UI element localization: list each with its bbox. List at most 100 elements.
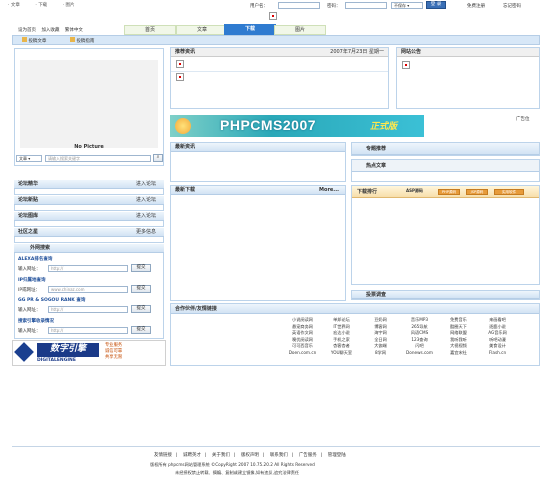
password-input[interactable]	[345, 2, 387, 9]
recommend-image	[176, 60, 184, 68]
search-button[interactable]: ⌕	[153, 154, 163, 162]
footer-notice: 未经授权禁止转载、摘编、复制或建立镜像,如有违反,追究法律责任	[175, 470, 300, 475]
ip-input[interactable]: www.chinaz.com	[48, 286, 128, 293]
index-label: 输入网址：	[18, 329, 41, 334]
forum-new-enter[interactable]: 进入论坛	[136, 196, 156, 205]
footer-link[interactable]: 管理登陆	[328, 453, 346, 458]
latest-downloads-more[interactable]: More...	[319, 186, 339, 195]
search-type-select[interactable]: 文章 ▾	[16, 155, 42, 162]
ad-label: 广告位	[516, 117, 530, 122]
partner-link[interactable]: Donews.com	[400, 350, 439, 357]
phpcms-banner[interactable]: PHPCMS2007 正式版	[170, 115, 424, 137]
submit-guide-link[interactable]: 投稿指南	[70, 37, 94, 44]
picture-panel: No Picture	[14, 48, 164, 166]
search-icon: ⌕	[156, 155, 160, 160]
alexa-label: 输入网址：	[18, 267, 41, 272]
partner-link[interactable]: Doen.com.cn	[283, 350, 322, 357]
forgot-password-link[interactable]: 忘记密码	[503, 3, 521, 9]
rank-tab-php[interactable]: PHP源码	[438, 189, 460, 195]
top-nav-picture[interactable]: · 图片	[63, 3, 75, 8]
footer-link[interactable]: 诚聘英才	[183, 453, 201, 458]
submit-article-link[interactable]: 投稿文章	[22, 37, 46, 44]
logo-sub: DIGITALENGINE	[37, 358, 76, 363]
recommend-divider	[171, 71, 388, 72]
tab-downloads[interactable]: 下载	[224, 24, 276, 35]
banner-tag: 正式版	[370, 122, 398, 132]
links-panel: 合作伙伴/友情链接 小说阅读网 单邦论坛 豆奶网 音乐MP3 免费音乐 来画看吧 悬宠商务网…	[170, 303, 540, 366]
rank-tab-asp[interactable]: ASP源码	[406, 188, 423, 194]
tab-home[interactable]: 首页	[124, 25, 176, 35]
remember-select[interactable]: 不保存 ▾	[391, 2, 423, 9]
recommend-title-bar: 推荐资讯 2007年7月23日 星期一	[171, 48, 388, 57]
partner-link[interactable]: YOU聊天室	[322, 350, 361, 357]
survey-title: 投票调查	[352, 291, 539, 299]
register-link[interactable]: 免费注册	[467, 3, 485, 9]
links-row: Doen.com.cn YOU聊天室 8学网 Donews.com 嘉宜宋社 Flash.…	[283, 350, 517, 357]
digital-engine-logo[interactable]: 数字引擎 DIGITALENGINE 专业服务 诚信可靠 共享无限	[12, 340, 166, 366]
footer-link[interactable]: 关于我们	[212, 453, 230, 458]
footer-link[interactable]: 友情链接	[154, 453, 172, 458]
traditional-chinese-link[interactable]: 繁体中文	[65, 28, 83, 33]
community-star-more[interactable]: 更多信息	[136, 228, 156, 237]
footer-copyright: 版权所有 phpcms网站管理系统 ©CopyRight 2007 10.75.…	[150, 462, 315, 467]
index-submit-button[interactable]: 提交	[131, 326, 151, 334]
forum-new-body	[14, 205, 164, 211]
forum-gallery-body	[14, 221, 164, 227]
recommend-title: 推荐资讯	[175, 49, 196, 55]
footer-link[interactable]: 联系我们	[270, 453, 288, 458]
section-community-star: 社区之星 更多信息	[14, 228, 164, 237]
forum-gallery-enter[interactable]: 进入论坛	[136, 212, 156, 221]
forum-essence-enter[interactable]: 进入论坛	[136, 180, 156, 189]
date-text: 2007年7月23日 星期一	[330, 49, 384, 55]
ip-label: IP或网址：	[18, 288, 41, 293]
picture-caption: No Picture	[74, 144, 104, 150]
tab-articles[interactable]: 文章	[176, 25, 228, 35]
pr-title: GG PR & SOGOU RANK 查询	[18, 298, 86, 303]
survey-panel: 投票调查	[351, 290, 540, 300]
external-search-title: 外网搜索	[14, 244, 164, 253]
username-label: 用户名：	[250, 4, 268, 9]
partner-link[interactable]: 嘉宜宋社	[439, 350, 478, 357]
username-input[interactable]	[278, 2, 320, 9]
footer-divider	[12, 446, 540, 447]
tab-pictures[interactable]: 图片	[274, 25, 326, 35]
footer-link[interactable]: 版权声明	[241, 453, 259, 458]
notice-image	[402, 61, 410, 69]
top-nav-download[interactable]: · 下载	[35, 3, 47, 8]
index-title: 搜索引擎收录情况	[18, 319, 54, 324]
section-forum-gallery: 论坛图库 进入论坛	[14, 212, 164, 221]
forum-essence-body	[14, 189, 164, 195]
quick-links: 设为首页 加入收藏 繁体中文	[18, 27, 83, 33]
add-favorite-link[interactable]: 加入收藏	[41, 28, 59, 33]
download-rank-panel: 下载排行 ASP源码 PHP源码 JSP源码 实用软件	[351, 185, 540, 285]
ip-submit-button[interactable]: 提交	[131, 285, 151, 293]
hot-panel: 热点文章	[351, 159, 540, 182]
top-nav-article[interactable]: · 文章	[8, 3, 20, 8]
community-star-body	[14, 237, 164, 243]
notice-panel: 网站公告	[396, 47, 540, 109]
picture-placeholder	[20, 60, 158, 148]
pr-input[interactable]: http://	[48, 306, 128, 313]
rank-tab-jsp[interactable]: JSP源码	[466, 189, 488, 195]
footer-link[interactable]: 广告服务	[299, 453, 317, 458]
top-broken-image	[269, 12, 277, 20]
logo-mark-icon	[14, 342, 34, 362]
alexa-submit-button[interactable]: 提交	[131, 264, 151, 272]
links-title: 合作伙伴/友情链接	[171, 304, 539, 314]
recommend-image-2	[176, 73, 184, 81]
hot-title: 热点文章	[352, 160, 539, 172]
set-homepage-link[interactable]: 设为首页	[18, 28, 36, 33]
search-input[interactable]: 请输入搜索关键字	[45, 155, 151, 162]
banner-decor-icon	[175, 118, 191, 134]
index-input[interactable]: http://	[48, 327, 128, 334]
partner-link[interactable]: 8学网	[361, 350, 400, 357]
alexa-input[interactable]: http://	[48, 265, 128, 272]
rank-tab-software[interactable]: 实用软件	[494, 189, 524, 195]
ip-title: IP归属地查询	[18, 278, 46, 283]
latest-downloads-title-bar: 最新下载 More...	[171, 186, 345, 195]
pr-submit-button[interactable]: 提交	[131, 305, 151, 313]
login-button[interactable]: 登 录	[426, 1, 446, 9]
guide-icon	[70, 37, 75, 42]
section-forum-new: 论坛新贴 进入论坛	[14, 196, 164, 205]
partner-link[interactable]: Flash.cn	[478, 350, 517, 357]
